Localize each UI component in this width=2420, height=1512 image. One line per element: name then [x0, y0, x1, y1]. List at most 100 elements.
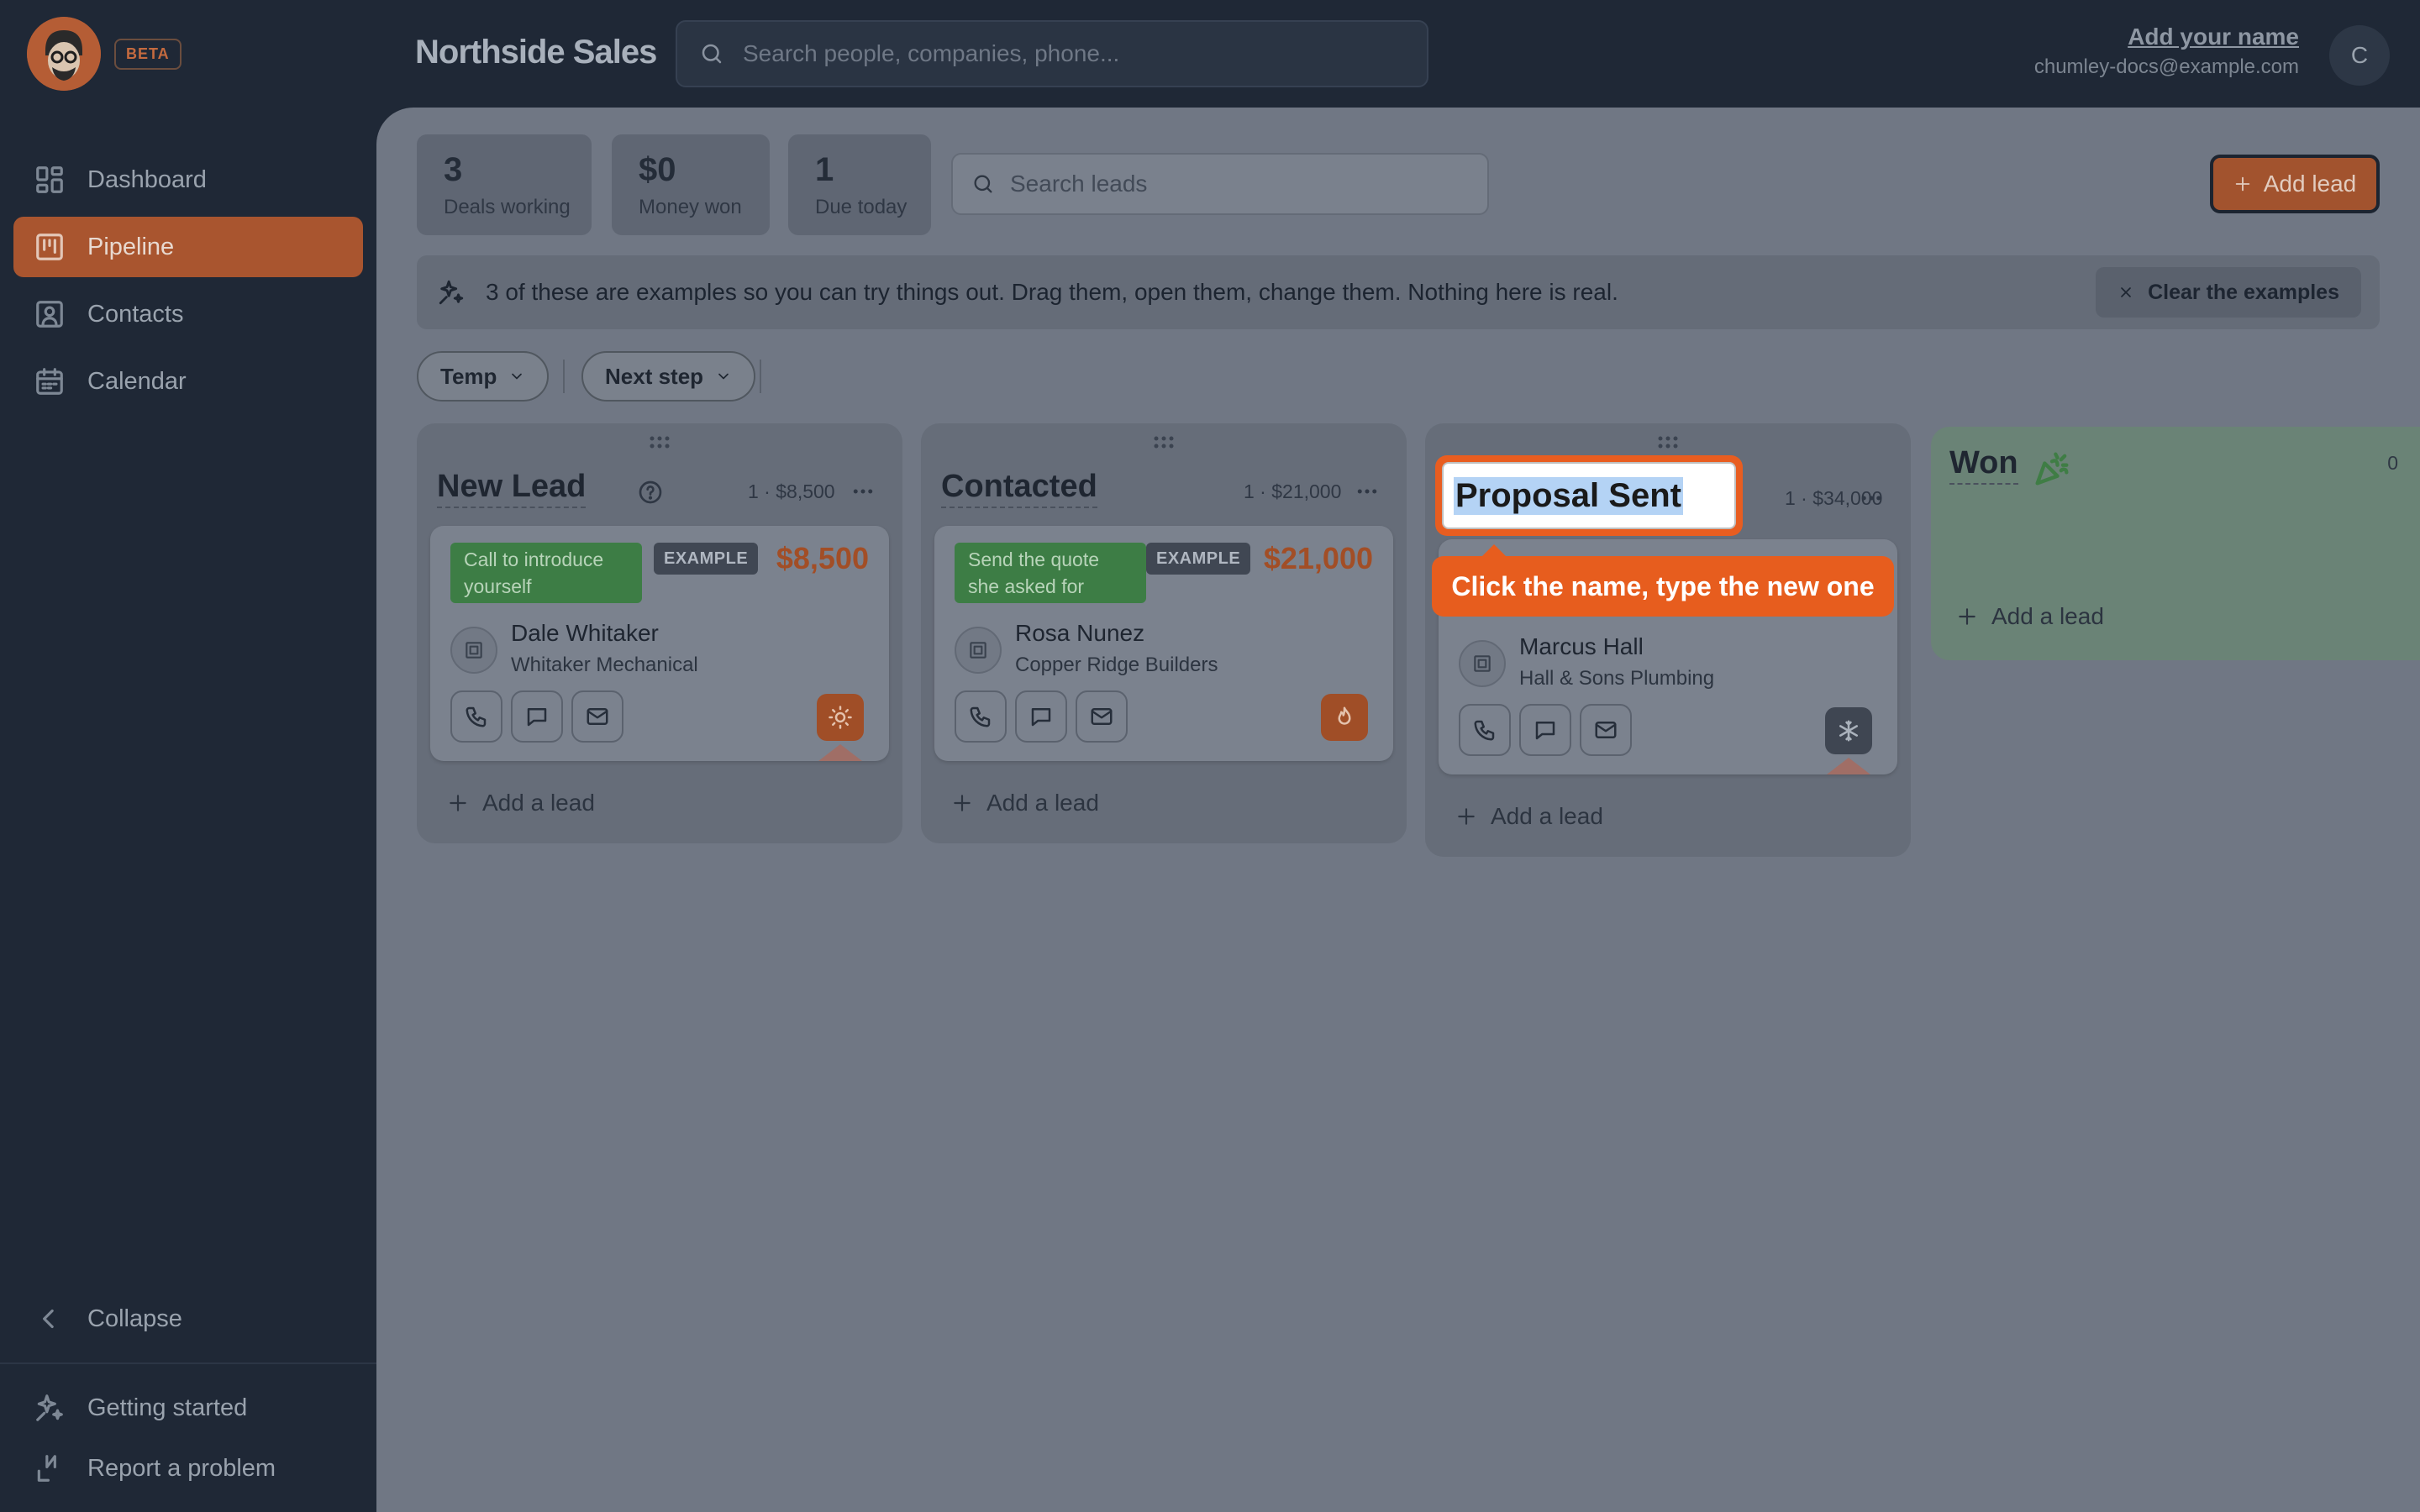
filter-next-step[interactable]: Next step — [581, 351, 756, 402]
drag-handle-icon[interactable] — [1657, 435, 1679, 450]
phone-icon — [970, 706, 991, 727]
leads-search[interactable] — [951, 153, 1489, 215]
dashboard-icon — [36, 166, 63, 193]
logo[interactable] — [27, 17, 101, 91]
column-rename-input[interactable]: Proposal Sent — [1442, 462, 1736, 529]
contacts-icon — [36, 301, 63, 328]
message-icon — [527, 708, 547, 727]
email-button[interactable] — [571, 690, 623, 743]
deal-amount: $21,000 — [1263, 541, 1373, 575]
flame-icon — [1338, 706, 1351, 725]
clear-examples-button[interactable]: Clear the examples — [2096, 267, 2361, 318]
help-icon[interactable] — [637, 479, 664, 506]
next-step-tag: Send the quote she asked for — [955, 543, 1146, 603]
lead-card[interactable]: Send the quote she asked for EXAMPLE $21… — [934, 526, 1393, 761]
phone-icon — [466, 706, 487, 727]
column-title[interactable]: Contacted — [941, 469, 1097, 508]
add-a-lead-button[interactable]: Add a lead — [1455, 803, 1603, 830]
message-button[interactable] — [1015, 690, 1067, 743]
add-lead-button[interactable]: Add lead — [2210, 155, 2380, 213]
sidebar-item-contacts[interactable]: Contacts — [13, 284, 363, 344]
sidebar-item-pipeline[interactable]: Pipeline — [13, 217, 363, 277]
drag-handle-icon[interactable] — [1153, 435, 1175, 450]
plus-icon — [954, 795, 971, 811]
getting-started-label: Getting started — [87, 1394, 248, 1421]
report-problem-link[interactable]: Report a problem — [13, 1438, 363, 1499]
more-icon[interactable] — [1859, 486, 1884, 511]
company-icon — [450, 627, 497, 674]
examples-banner: 3 of these are examples so you can try t… — [417, 255, 2380, 329]
user-name-link[interactable]: Add your name — [2034, 24, 2299, 50]
stat-due-today: 1 Due today — [788, 134, 931, 235]
stat-deals-working: 3 Deals working — [417, 134, 592, 235]
more-icon[interactable] — [850, 479, 876, 504]
stat-value: 3 — [444, 151, 463, 188]
add-a-lead-button[interactable]: Add a lead — [447, 790, 595, 816]
message-button[interactable] — [1519, 704, 1571, 756]
temperature-pointer — [1827, 758, 1870, 774]
avatar[interactable]: C — [2329, 25, 2390, 86]
sidebar-item-calendar[interactable]: Calendar — [13, 351, 363, 412]
stat-value: 1 — [815, 151, 834, 188]
chevron-left-icon — [43, 1309, 54, 1329]
report-label: Report a problem — [87, 1454, 276, 1482]
deal-amount: $8,500 — [776, 541, 869, 575]
filter-label: Next step — [605, 363, 704, 389]
building-icon — [970, 642, 986, 659]
column-meta: 0 — [2387, 452, 2398, 474]
user-info: Add your name chumley-docs@example.com — [2034, 24, 2299, 79]
collapse-sidebar-button[interactable]: Collapse — [13, 1289, 363, 1349]
search-icon — [974, 175, 992, 193]
message-icon — [1031, 708, 1051, 727]
email-button[interactable] — [1580, 704, 1632, 756]
stat-label: Due today — [815, 196, 908, 218]
filter-temp[interactable]: Temp — [417, 351, 550, 402]
banner-text: 3 of these are examples so you can try t… — [486, 279, 1618, 305]
calendar-icon — [36, 368, 63, 395]
global-search-input[interactable] — [743, 40, 1398, 67]
stat-value: $0 — [639, 151, 676, 188]
filter-label: Temp — [440, 363, 497, 389]
example-badge: EXAMPLE — [1146, 543, 1251, 575]
phone-icon — [1474, 720, 1495, 741]
drag-handle-icon[interactable] — [649, 435, 671, 450]
email-button[interactable] — [1076, 690, 1128, 743]
call-button[interactable] — [955, 690, 1007, 743]
add-a-lead-label: Add a lead — [1491, 803, 1603, 829]
call-button[interactable] — [450, 690, 502, 743]
column-title[interactable]: New Lead — [437, 469, 587, 508]
call-button[interactable] — [1459, 704, 1511, 756]
more-icon[interactable] — [1355, 479, 1380, 504]
add-a-lead-button[interactable]: Add a lead — [1956, 603, 2104, 630]
add-lead-label: Add lead — [2263, 171, 2357, 197]
column-title[interactable]: Won — [1949, 445, 2018, 485]
add-a-lead-button[interactable]: Add a lead — [951, 790, 1099, 816]
onboarding-tooltip: Click the name, type the new one — [1432, 544, 1894, 617]
column-rename-value: Proposal Sent — [1454, 476, 1683, 515]
snowflake-icon — [1839, 720, 1858, 742]
temperature-warm[interactable] — [817, 694, 864, 741]
sun-icon — [829, 706, 852, 729]
plus-icon — [1959, 608, 1975, 625]
add-a-lead-label: Add a lead — [1991, 603, 2104, 629]
filter-divider — [563, 360, 565, 393]
global-search[interactable] — [676, 20, 1428, 87]
rename-column-spotlight: Proposal Sent — [1435, 455, 1743, 536]
person-name: Dale Whitaker — [511, 620, 659, 646]
plus-icon — [1458, 808, 1475, 825]
message-button[interactable] — [511, 690, 563, 743]
sidebar-item-dashboard[interactable]: Dashboard — [13, 150, 363, 210]
lead-card[interactable]: Call to introduce yourself EXAMPLE $8,50… — [430, 526, 889, 761]
person-name: Marcus Hall — [1519, 633, 1644, 659]
stat-label: Money won — [639, 196, 742, 218]
column-new-lead: New Lead 1 · $8,500 Call to introduce yo… — [417, 423, 902, 843]
stat-label: Deals working — [444, 196, 571, 218]
getting-started-link[interactable]: Getting started — [13, 1378, 363, 1438]
leads-search-input[interactable] — [1010, 171, 1481, 197]
temperature-hot[interactable] — [1321, 694, 1368, 741]
top-header: BETA Northside Sales Add your name chuml… — [0, 0, 2420, 108]
close-icon — [2121, 287, 2131, 297]
mail-icon — [587, 708, 608, 725]
sidebar-item-label: Contacts — [87, 300, 184, 328]
temperature-cold[interactable] — [1825, 707, 1872, 754]
